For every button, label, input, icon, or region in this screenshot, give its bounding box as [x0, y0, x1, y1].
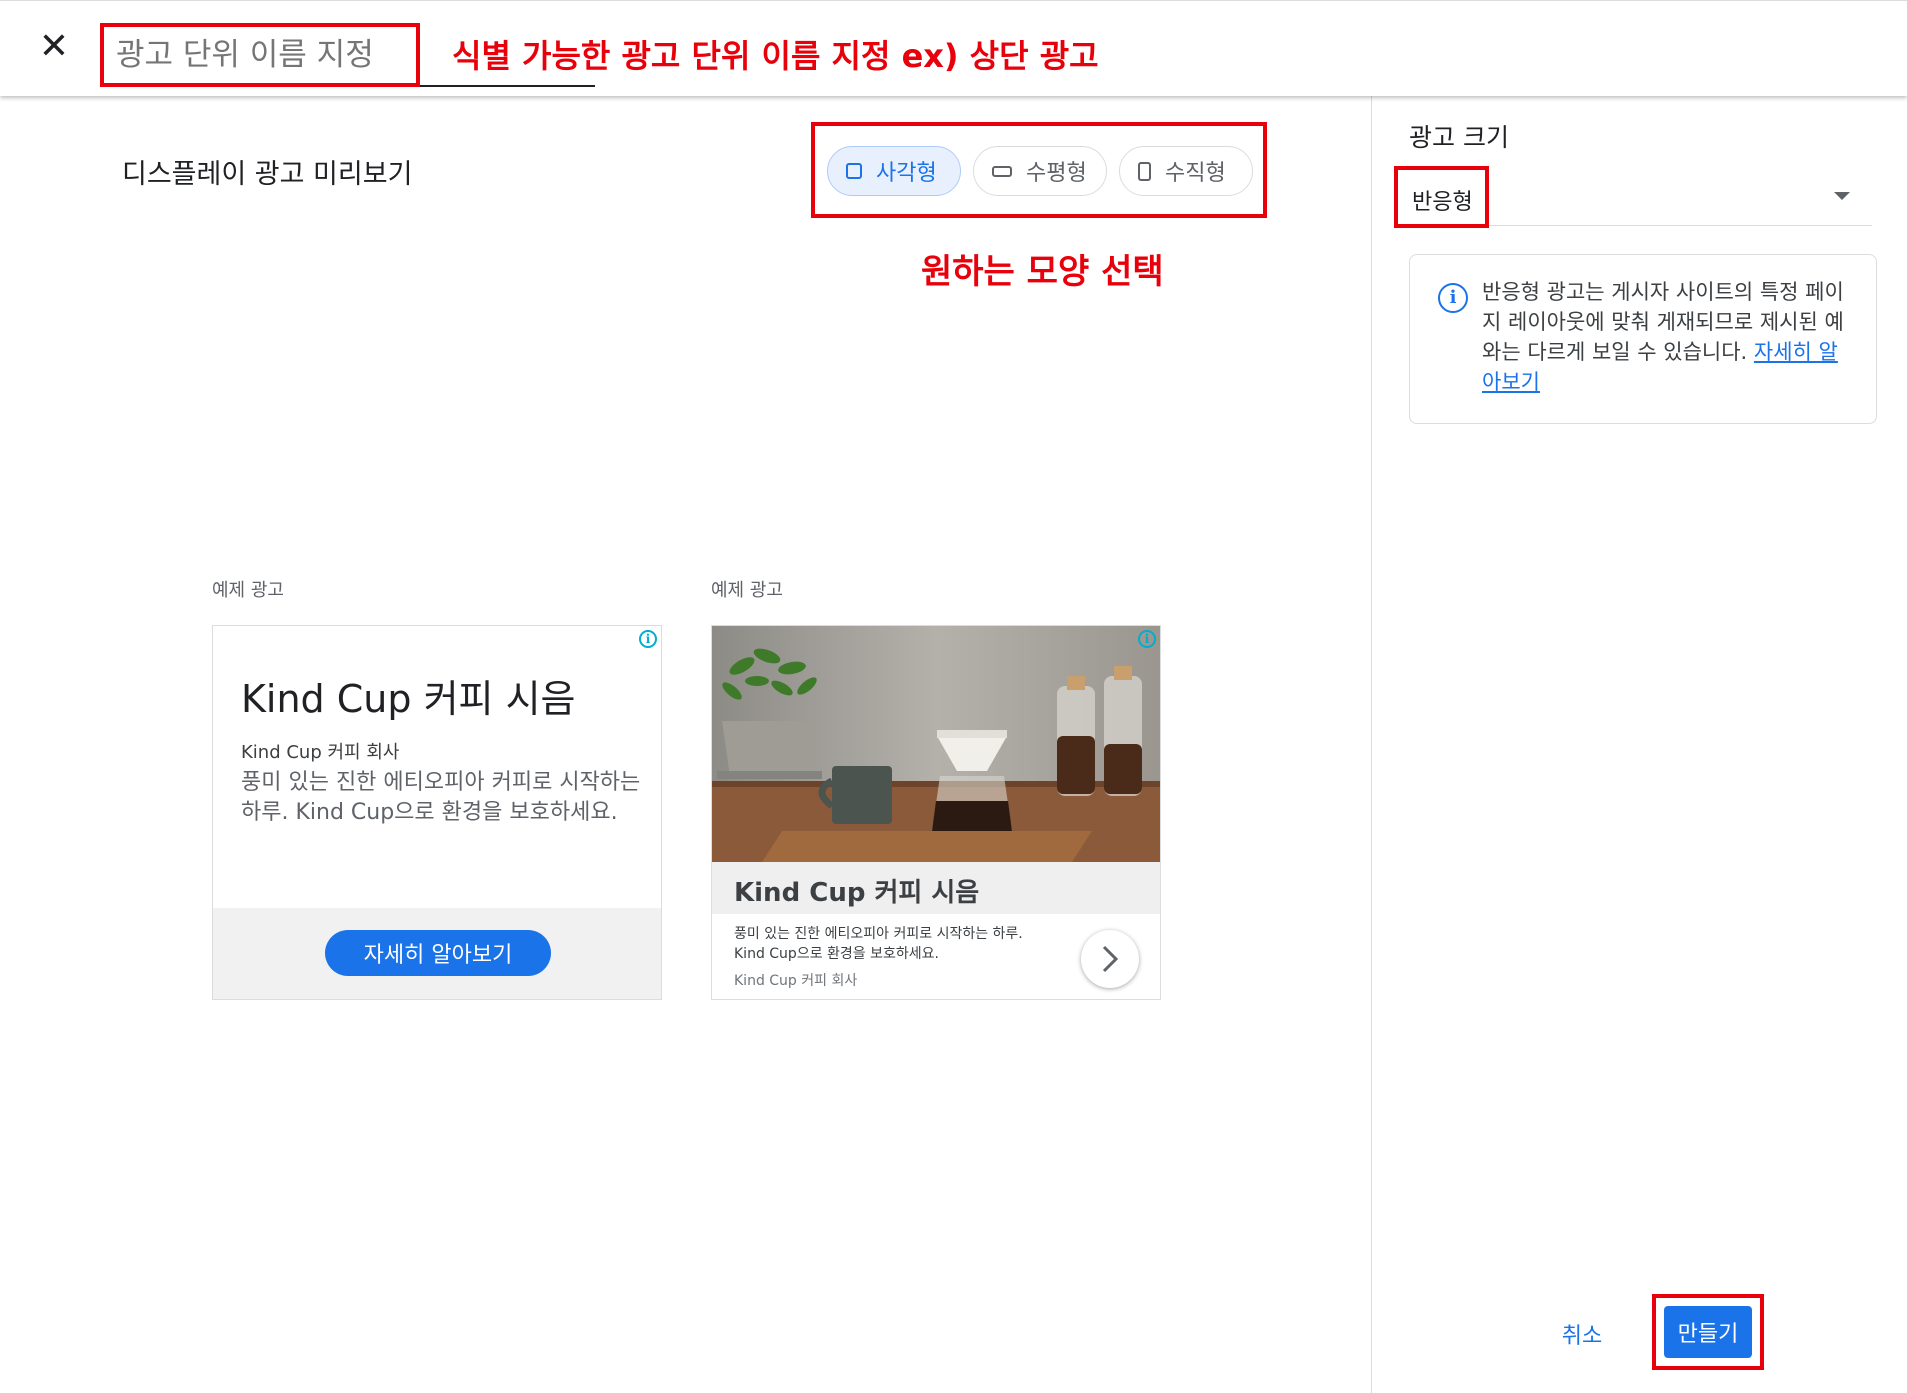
- size-selected-value: 반응형: [1412, 190, 1473, 215]
- square-icon: [846, 163, 862, 179]
- shape-label: 수평형: [1026, 161, 1087, 186]
- ad-advertiser: Kind Cup 커피 회사: [734, 973, 858, 989]
- info-icon: i: [1438, 283, 1468, 313]
- ad-footer: 자세히 알아보기: [213, 908, 661, 999]
- size-value-highlight: 반응형: [1394, 166, 1489, 228]
- ad-description: 풍미 있는 진한 에티오피아 커피로 시작하는 하루. Kind Cup으로 환…: [734, 926, 1023, 962]
- page-title: 디스플레이 광고 미리보기: [122, 159, 413, 190]
- shape-label: 사각형: [876, 161, 937, 186]
- name-annotation: 식별 가능한 광고 단위 이름 지정 ex) 상단 광고: [452, 37, 1099, 75]
- settings-sidebar: 광고 크기 반응형 i 반응형 광고는 게시자 사이트의 특정 페이지 레이아웃…: [1371, 96, 1907, 1393]
- top-bar: ✕ 식별 가능한 광고 단위 이름 지정 ex) 상단 광고: [0, 0, 1907, 96]
- ad-size-label: 광고 크기: [1409, 123, 1509, 152]
- adchoices-icon[interactable]: i: [639, 630, 657, 648]
- name-input-highlight: [100, 23, 420, 87]
- shape-selector: 사각형 수평형 수직형: [811, 122, 1267, 218]
- shape-horizontal-chip[interactable]: 수평형: [973, 146, 1107, 196]
- close-icon[interactable]: ✕: [36, 27, 72, 67]
- dropdown-arrow-icon: [1834, 192, 1850, 200]
- shape-label: 수직형: [1165, 161, 1226, 186]
- shape-vertical-chip[interactable]: 수직형: [1119, 146, 1253, 196]
- ad-unit-name-input[interactable]: [116, 35, 406, 75]
- vertical-rect-icon: [1138, 161, 1151, 181]
- adchoices-icon[interactable]: i: [1138, 630, 1156, 648]
- ad-cta-button[interactable]: 자세히 알아보기: [325, 930, 551, 976]
- create-button[interactable]: 만들기: [1664, 1306, 1752, 1358]
- horizontal-rect-icon: [992, 165, 1012, 177]
- preview-area: 디스플레이 광고 미리보기 사각형 수평형 수직형 원하는 모양 선택 예제 광…: [0, 96, 1371, 1393]
- create-button-highlight: 만들기: [1652, 1294, 1764, 1370]
- ad-headline-band: Kind Cup 커피 시음: [712, 862, 1160, 914]
- coffee-product-image: [712, 626, 1160, 862]
- ad-size-dropdown[interactable]: 반응형: [1394, 162, 1872, 228]
- shape-square-chip[interactable]: 사각형: [827, 146, 961, 196]
- ad-sample-label: 예제 광고: [711, 580, 783, 601]
- ad-preview-image: i Kind Cup 커피 시음 풍미 있는 진한 에티오피아 커피로 시작하는…: [711, 625, 1161, 1000]
- ad-sample-label: 예제 광고: [212, 580, 284, 601]
- name-input-underline: [420, 85, 595, 87]
- cancel-button[interactable]: 취소: [1547, 1314, 1617, 1354]
- ad-headline: Kind Cup 커피 시음: [241, 677, 576, 721]
- info-box: i 반응형 광고는 게시자 사이트의 특정 페이지 레이아웃에 맞춰 게재되므로…: [1409, 254, 1877, 424]
- ad-preview-text: i Kind Cup 커피 시음 Kind Cup 커피 회사 풍미 있는 진한…: [212, 625, 662, 1000]
- chevron-right-icon: [1102, 945, 1119, 973]
- ad-headline: Kind Cup 커피 시음: [734, 878, 980, 908]
- ad-next-button[interactable]: [1081, 930, 1139, 988]
- ad-advertiser: Kind Cup 커피 회사: [241, 742, 400, 763]
- shape-annotation: 원하는 모양 선택: [921, 252, 1164, 292]
- ad-description: 풍미 있는 진한 에티오피아 커피로 시작하는 하루. Kind Cup으로 환…: [241, 770, 641, 825]
- info-text: 반응형 광고는 게시자 사이트의 특정 페이지 레이아웃에 맞춰 게재되므로 제…: [1482, 277, 1854, 397]
